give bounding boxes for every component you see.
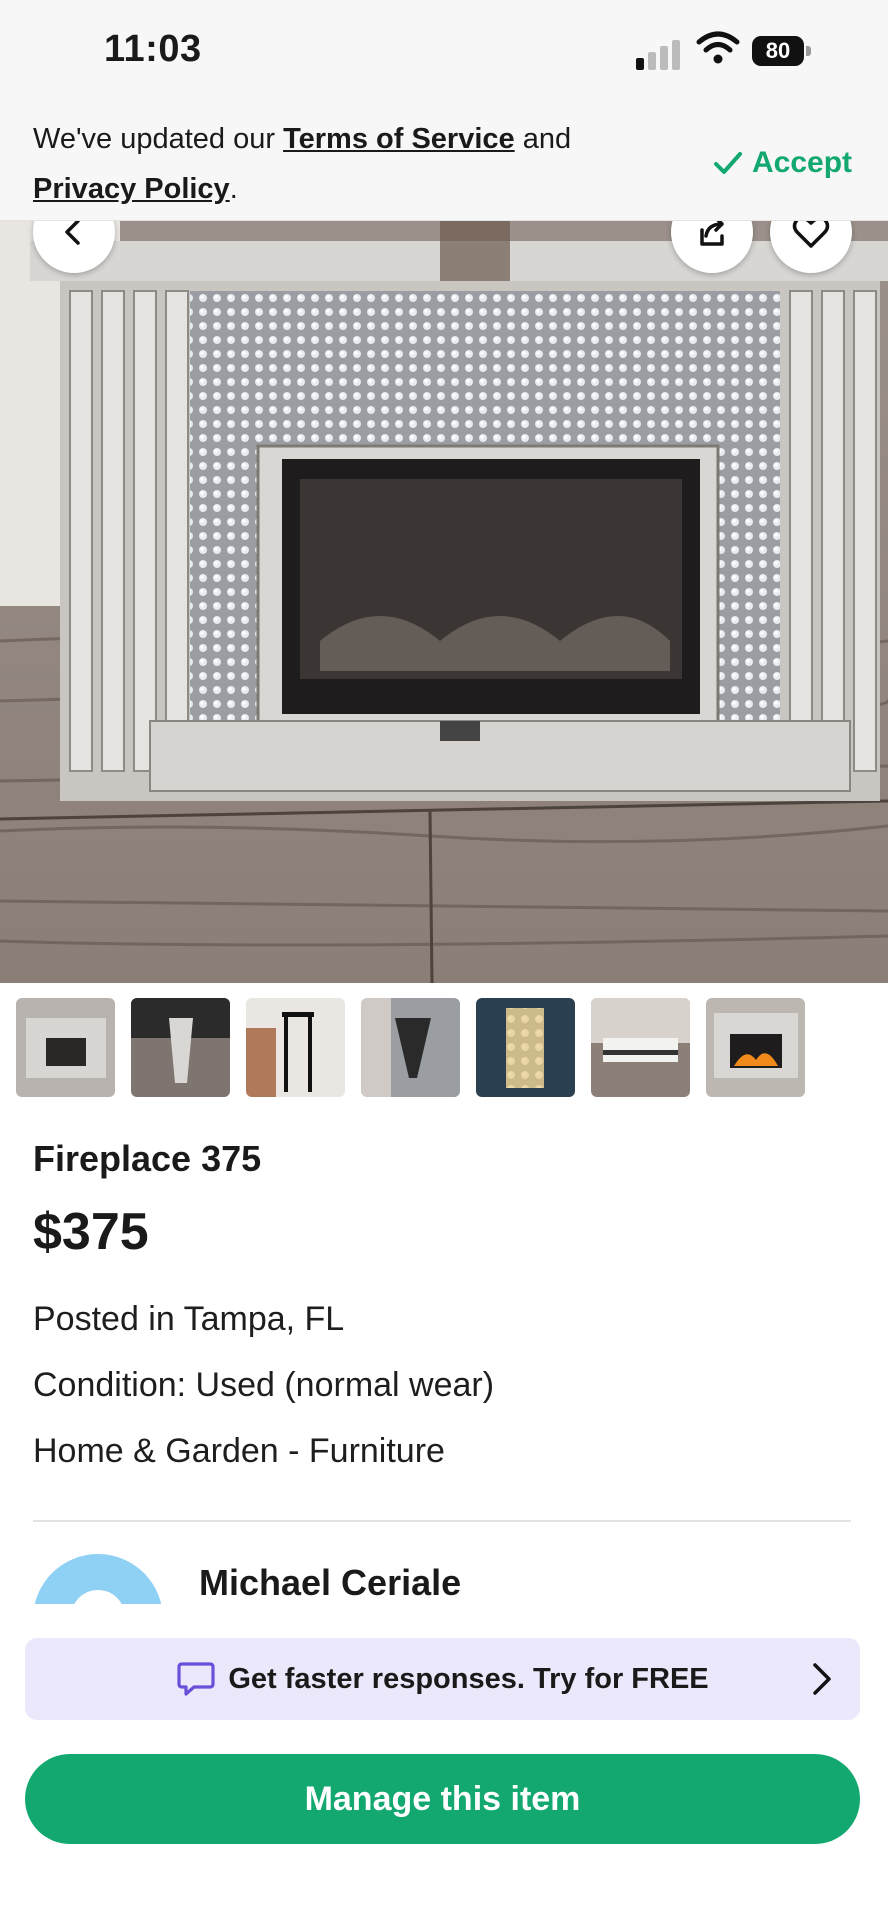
terms-suffix: . — [229, 173, 238, 205]
terms-update-banner: We've updated our Terms of Service and Pr… — [0, 108, 888, 221]
chat-bubble-icon — [177, 1662, 215, 1696]
thumbnail-2[interactable] — [131, 998, 230, 1097]
cellular-signal-icon — [636, 38, 684, 70]
accept-label: Accept — [752, 146, 853, 179]
thumbnail-3[interactable] — [246, 998, 345, 1097]
item-title: Fireplace 375 — [33, 1138, 262, 1179]
item-main-photo[interactable] — [0, 221, 888, 983]
terms-prefix: We've updated our — [33, 123, 284, 155]
photo-thumbnail-strip — [16, 998, 805, 1097]
back-arrow-icon — [65, 221, 80, 245]
promo-text: Get faster responses. Try for FREE — [228, 1662, 709, 1695]
item-category: Home & Garden - Furniture — [33, 1432, 445, 1470]
share-icon — [700, 221, 724, 246]
status-time: 11:03 — [104, 28, 202, 70]
accept-button[interactable]: Accept — [712, 138, 852, 188]
promo-banner[interactable]: Get faster responses. Try for FREE — [25, 1638, 860, 1720]
status-bar: 11:03 80 — [0, 0, 888, 108]
battery-icon: 80 — [752, 36, 812, 66]
item-condition: Condition: Used (normal wear) — [33, 1366, 495, 1404]
thumbnail-1[interactable] — [16, 998, 115, 1097]
manage-item-button[interactable]: Manage this item — [25, 1754, 860, 1844]
thumbnail-4[interactable] — [361, 998, 460, 1097]
chevron-right-icon — [813, 1663, 831, 1695]
section-divider — [33, 1520, 851, 1522]
seller-name[interactable]: Michael Ceriale — [199, 1562, 461, 1604]
terms-middle: and — [514, 123, 572, 155]
checkmark-icon — [714, 152, 742, 174]
wifi-icon — [696, 31, 740, 64]
terms-message: We've updated our Terms of Service and Pr… — [33, 114, 633, 214]
item-price: $375 — [33, 1203, 149, 1261]
thumbnail-5[interactable] — [476, 998, 575, 1097]
privacy-policy-link[interactable]: Privacy Policy — [33, 173, 230, 205]
thumbnail-7[interactable] — [706, 998, 805, 1097]
battery-level: 80 — [752, 36, 804, 66]
heart-icon — [792, 221, 830, 248]
item-location: Posted in Tampa, FL — [33, 1300, 345, 1338]
terms-of-service-link[interactable]: Terms of Service — [283, 123, 515, 155]
thumbnail-6[interactable] — [591, 998, 690, 1097]
